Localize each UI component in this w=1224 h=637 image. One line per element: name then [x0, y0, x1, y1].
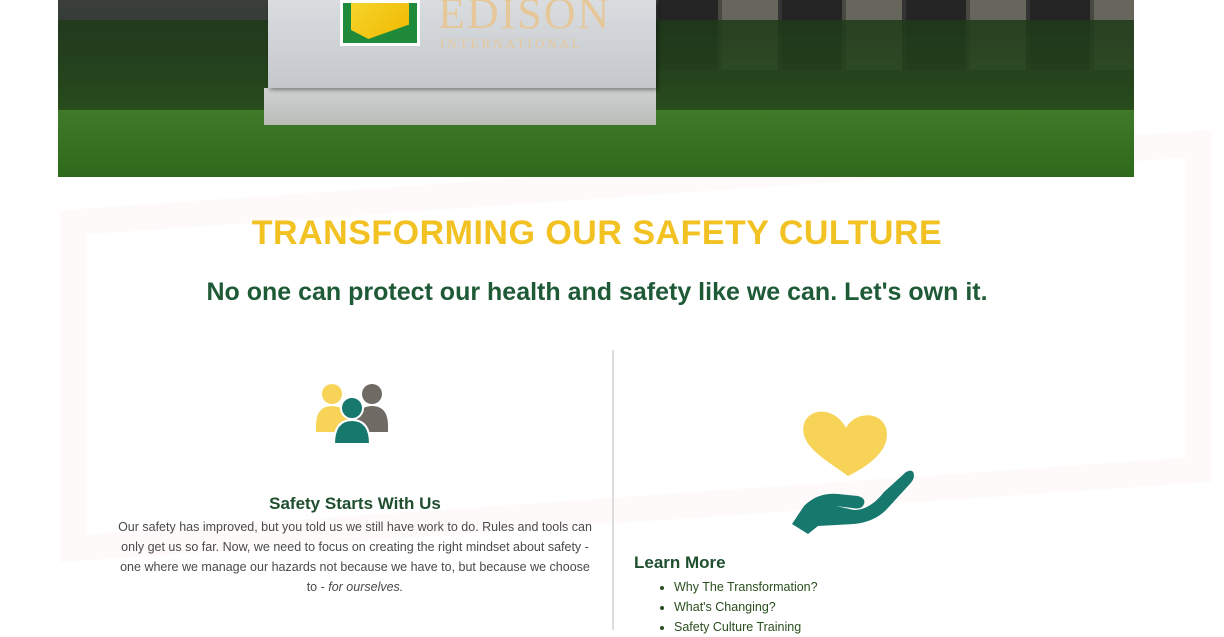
- link-why-transformation[interactable]: Why The Transformation?: [674, 580, 818, 594]
- column-divider: [612, 350, 614, 630]
- link-safety-culture-training[interactable]: Safety Culture Training: [674, 620, 801, 634]
- edison-logo-icon: [340, 0, 420, 46]
- card-body-safety: Our safety has improved, but you told us…: [114, 517, 596, 597]
- link-whats-changing[interactable]: What's Changing?: [674, 600, 776, 614]
- list-item: What's Changing?: [674, 597, 818, 617]
- list-item: Why The Transformation?: [674, 577, 818, 597]
- page-title: TRANSFORMING OUR SAFETY CULTURE: [251, 214, 943, 252]
- people-group-icon: [316, 384, 388, 445]
- learn-more-list: Why The Transformation? What's Changing?…: [662, 577, 818, 637]
- learn-more-heading: Learn More: [634, 553, 726, 572]
- brand-subtitle: INTERNATIONAL: [440, 36, 583, 51]
- list-item: Safety Culture Training: [674, 617, 818, 637]
- page-subtitle: No one can protect our health and safety…: [206, 278, 988, 306]
- brand-name: EDISON: [438, 0, 612, 38]
- hero-banner-image: EDISON INTERNATIONAL: [58, 0, 1134, 177]
- heart-in-hand-icon: [792, 411, 914, 534]
- sign-base: [264, 88, 656, 125]
- card-body-emphasis: for ourselves.: [328, 580, 404, 594]
- card-title-safety: Safety Starts With Us: [269, 494, 441, 513]
